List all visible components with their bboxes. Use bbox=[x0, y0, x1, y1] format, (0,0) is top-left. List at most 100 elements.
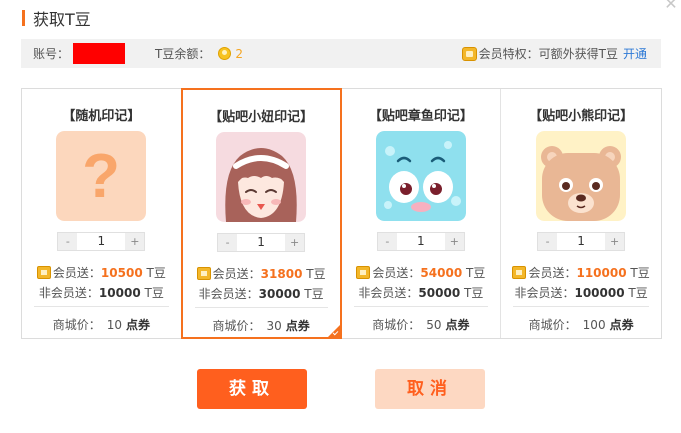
price-unit: 点券 bbox=[285, 319, 310, 333]
stamp-card-random[interactable]: 【随机印记】 ? - 1 + 会员送：10500 T豆 非会员送：10000 T… bbox=[22, 89, 182, 338]
vip-crown-icon bbox=[36, 266, 51, 279]
bear-face-icon bbox=[536, 131, 627, 221]
quantity-stepper: - 1 + bbox=[376, 232, 465, 251]
divider bbox=[513, 306, 649, 307]
vip-reward-label: 会员送： bbox=[212, 267, 261, 281]
quantity-value[interactable]: 1 bbox=[77, 233, 125, 250]
get-button[interactable]: 获取 bbox=[197, 369, 307, 409]
decrement-button[interactable]: - bbox=[377, 233, 397, 250]
price-value: 50 bbox=[426, 318, 442, 332]
vip-reward: 会员送：31800 T豆 bbox=[183, 265, 340, 282]
title-accent-bar bbox=[22, 10, 25, 26]
nonvip-reward: 非会员送：100000 T豆 bbox=[501, 284, 661, 301]
nonvip-reward-label: 非会员送： bbox=[38, 286, 99, 300]
nonvip-reward-label: 非会员送： bbox=[358, 286, 419, 300]
question-mark-icon: ? bbox=[56, 131, 147, 221]
nonvip-reward-unit: T豆 bbox=[304, 287, 324, 301]
mall-price: 商城价： 10 点券 bbox=[22, 316, 181, 333]
nonvip-reward: 非会员送：50000 T豆 bbox=[342, 284, 501, 301]
octopus-face-icon bbox=[375, 131, 466, 221]
price-label: 商城价： bbox=[52, 318, 101, 332]
decrement-button[interactable]: - bbox=[218, 234, 238, 251]
quantity-value[interactable]: 1 bbox=[557, 233, 605, 250]
vip-reward-value: 10500 bbox=[100, 266, 143, 280]
vip-crown-icon bbox=[196, 267, 211, 280]
price-value: 100 bbox=[582, 318, 606, 332]
nonvip-reward: 非会员送：10000 T豆 bbox=[22, 284, 181, 301]
balance-label: T豆余额： bbox=[155, 47, 211, 61]
vip-reward-unit: T豆 bbox=[306, 267, 326, 281]
stamp-card-bear[interactable]: 【贴吧小熊印记】 - 1 + 会员送：110000 T豆 非会员送：100000… bbox=[501, 89, 661, 338]
nonvip-reward-value: 100000 bbox=[574, 286, 625, 300]
cancel-button[interactable]: 取消 bbox=[375, 369, 485, 409]
decrement-button[interactable]: - bbox=[58, 233, 78, 250]
vip-reward-value: 31800 bbox=[260, 267, 303, 281]
divider bbox=[353, 306, 489, 307]
price-label: 商城价： bbox=[212, 319, 261, 333]
vip-reward-unit: T豆 bbox=[630, 266, 650, 280]
account-label: 账号： bbox=[33, 47, 70, 61]
stamp-card-list: 【随机印记】 ? - 1 + 会员送：10500 T豆 非会员送：10000 T… bbox=[21, 88, 662, 339]
nonvip-reward-value: 30000 bbox=[258, 287, 301, 301]
price-unit: 点券 bbox=[445, 318, 470, 332]
svg-text:?: ? bbox=[82, 142, 120, 211]
stamp-card-girl[interactable]: 【贴吧小妞印记】 - 1 + 会员送：31800 T豆 非会员送：30000 T… bbox=[180, 88, 342, 339]
vip-reward: 会员送：10500 T豆 bbox=[22, 264, 181, 281]
card-title: 【贴吧章鱼印记】 bbox=[368, 109, 473, 124]
nonvip-reward-label: 非会员送： bbox=[198, 287, 259, 301]
vip-reward: 会员送：54000 T豆 bbox=[342, 264, 501, 281]
price-unit: 点券 bbox=[126, 318, 151, 332]
account-redacted-value bbox=[73, 43, 126, 64]
vip-reward-value: 110000 bbox=[576, 266, 627, 280]
price-unit: 点券 bbox=[609, 318, 634, 332]
price-value: 10 bbox=[106, 318, 123, 332]
card-title: 【贴吧小熊印记】 bbox=[529, 109, 634, 124]
quantity-value[interactable]: 1 bbox=[237, 234, 285, 251]
vip-reward-value: 54000 bbox=[420, 266, 463, 280]
nonvip-reward-label: 非会员送： bbox=[514, 286, 575, 300]
vip-reward-unit: T豆 bbox=[146, 266, 166, 280]
t-bean-icon bbox=[218, 47, 232, 60]
close-icon[interactable]: ✕ bbox=[663, 0, 679, 12]
quantity-value[interactable]: 1 bbox=[397, 233, 445, 250]
price-label: 商城价： bbox=[528, 318, 577, 332]
mall-price: 商城价： 30 点券 bbox=[183, 317, 340, 334]
nonvip-reward: 非会员送：30000 T豆 bbox=[183, 285, 340, 302]
increment-button[interactable]: + bbox=[125, 233, 145, 250]
dialog-title: 获取T豆 bbox=[33, 10, 91, 29]
vip-crown-icon bbox=[356, 266, 371, 279]
divider bbox=[34, 306, 169, 307]
mall-price: 商城价： 100 点券 bbox=[501, 316, 661, 333]
increment-button[interactable]: + bbox=[444, 233, 464, 250]
card-title: 【贴吧小妞印记】 bbox=[209, 110, 314, 125]
decrement-button[interactable]: - bbox=[538, 233, 558, 250]
vip-reward-label: 会员送： bbox=[52, 266, 101, 280]
nonvip-reward-unit: T豆 bbox=[144, 286, 164, 300]
stamp-card-octopus[interactable]: 【贴吧章鱼印记】 - 1 + 会员送：54000 T豆 非会员送：50000 T… bbox=[342, 89, 502, 338]
card-title: 【随机印记】 bbox=[62, 109, 141, 124]
balance-value: 2 bbox=[235, 46, 243, 61]
quantity-stepper: - 1 + bbox=[57, 232, 146, 251]
nonvip-reward-unit: T豆 bbox=[464, 286, 484, 300]
price-value: 30 bbox=[266, 319, 282, 333]
dialog-header: 获取T豆 bbox=[22, 8, 91, 29]
increment-button[interactable]: + bbox=[605, 233, 625, 250]
open-vip-link[interactable]: 开通 bbox=[623, 45, 647, 62]
vip-crown-icon bbox=[512, 266, 527, 279]
quantity-stepper: - 1 + bbox=[537, 232, 626, 251]
nonvip-reward-value: 10000 bbox=[98, 286, 141, 300]
nonvip-reward-unit: T豆 bbox=[628, 286, 648, 300]
nonvip-reward-value: 50000 bbox=[418, 286, 461, 300]
vip-crown-icon bbox=[461, 46, 477, 61]
vip-privilege-text: 会员特权：可额外获得T豆 bbox=[478, 47, 618, 61]
vip-privilege: 会员特权：可额外获得T豆 开通 bbox=[461, 45, 647, 62]
info-bar: 账号： T豆余额： 2 会员特权：可额外获得T豆 开通 bbox=[21, 39, 661, 68]
increment-button[interactable]: + bbox=[285, 234, 305, 251]
selected-check-icon bbox=[327, 325, 340, 337]
vip-reward: 会员送：110000 T豆 bbox=[501, 264, 661, 281]
vip-reward-label: 会员送： bbox=[528, 266, 577, 280]
divider bbox=[194, 307, 328, 308]
vip-reward-unit: T豆 bbox=[466, 266, 486, 280]
mall-price: 商城价： 50 点券 bbox=[342, 316, 501, 333]
girl-face-icon bbox=[216, 132, 307, 222]
